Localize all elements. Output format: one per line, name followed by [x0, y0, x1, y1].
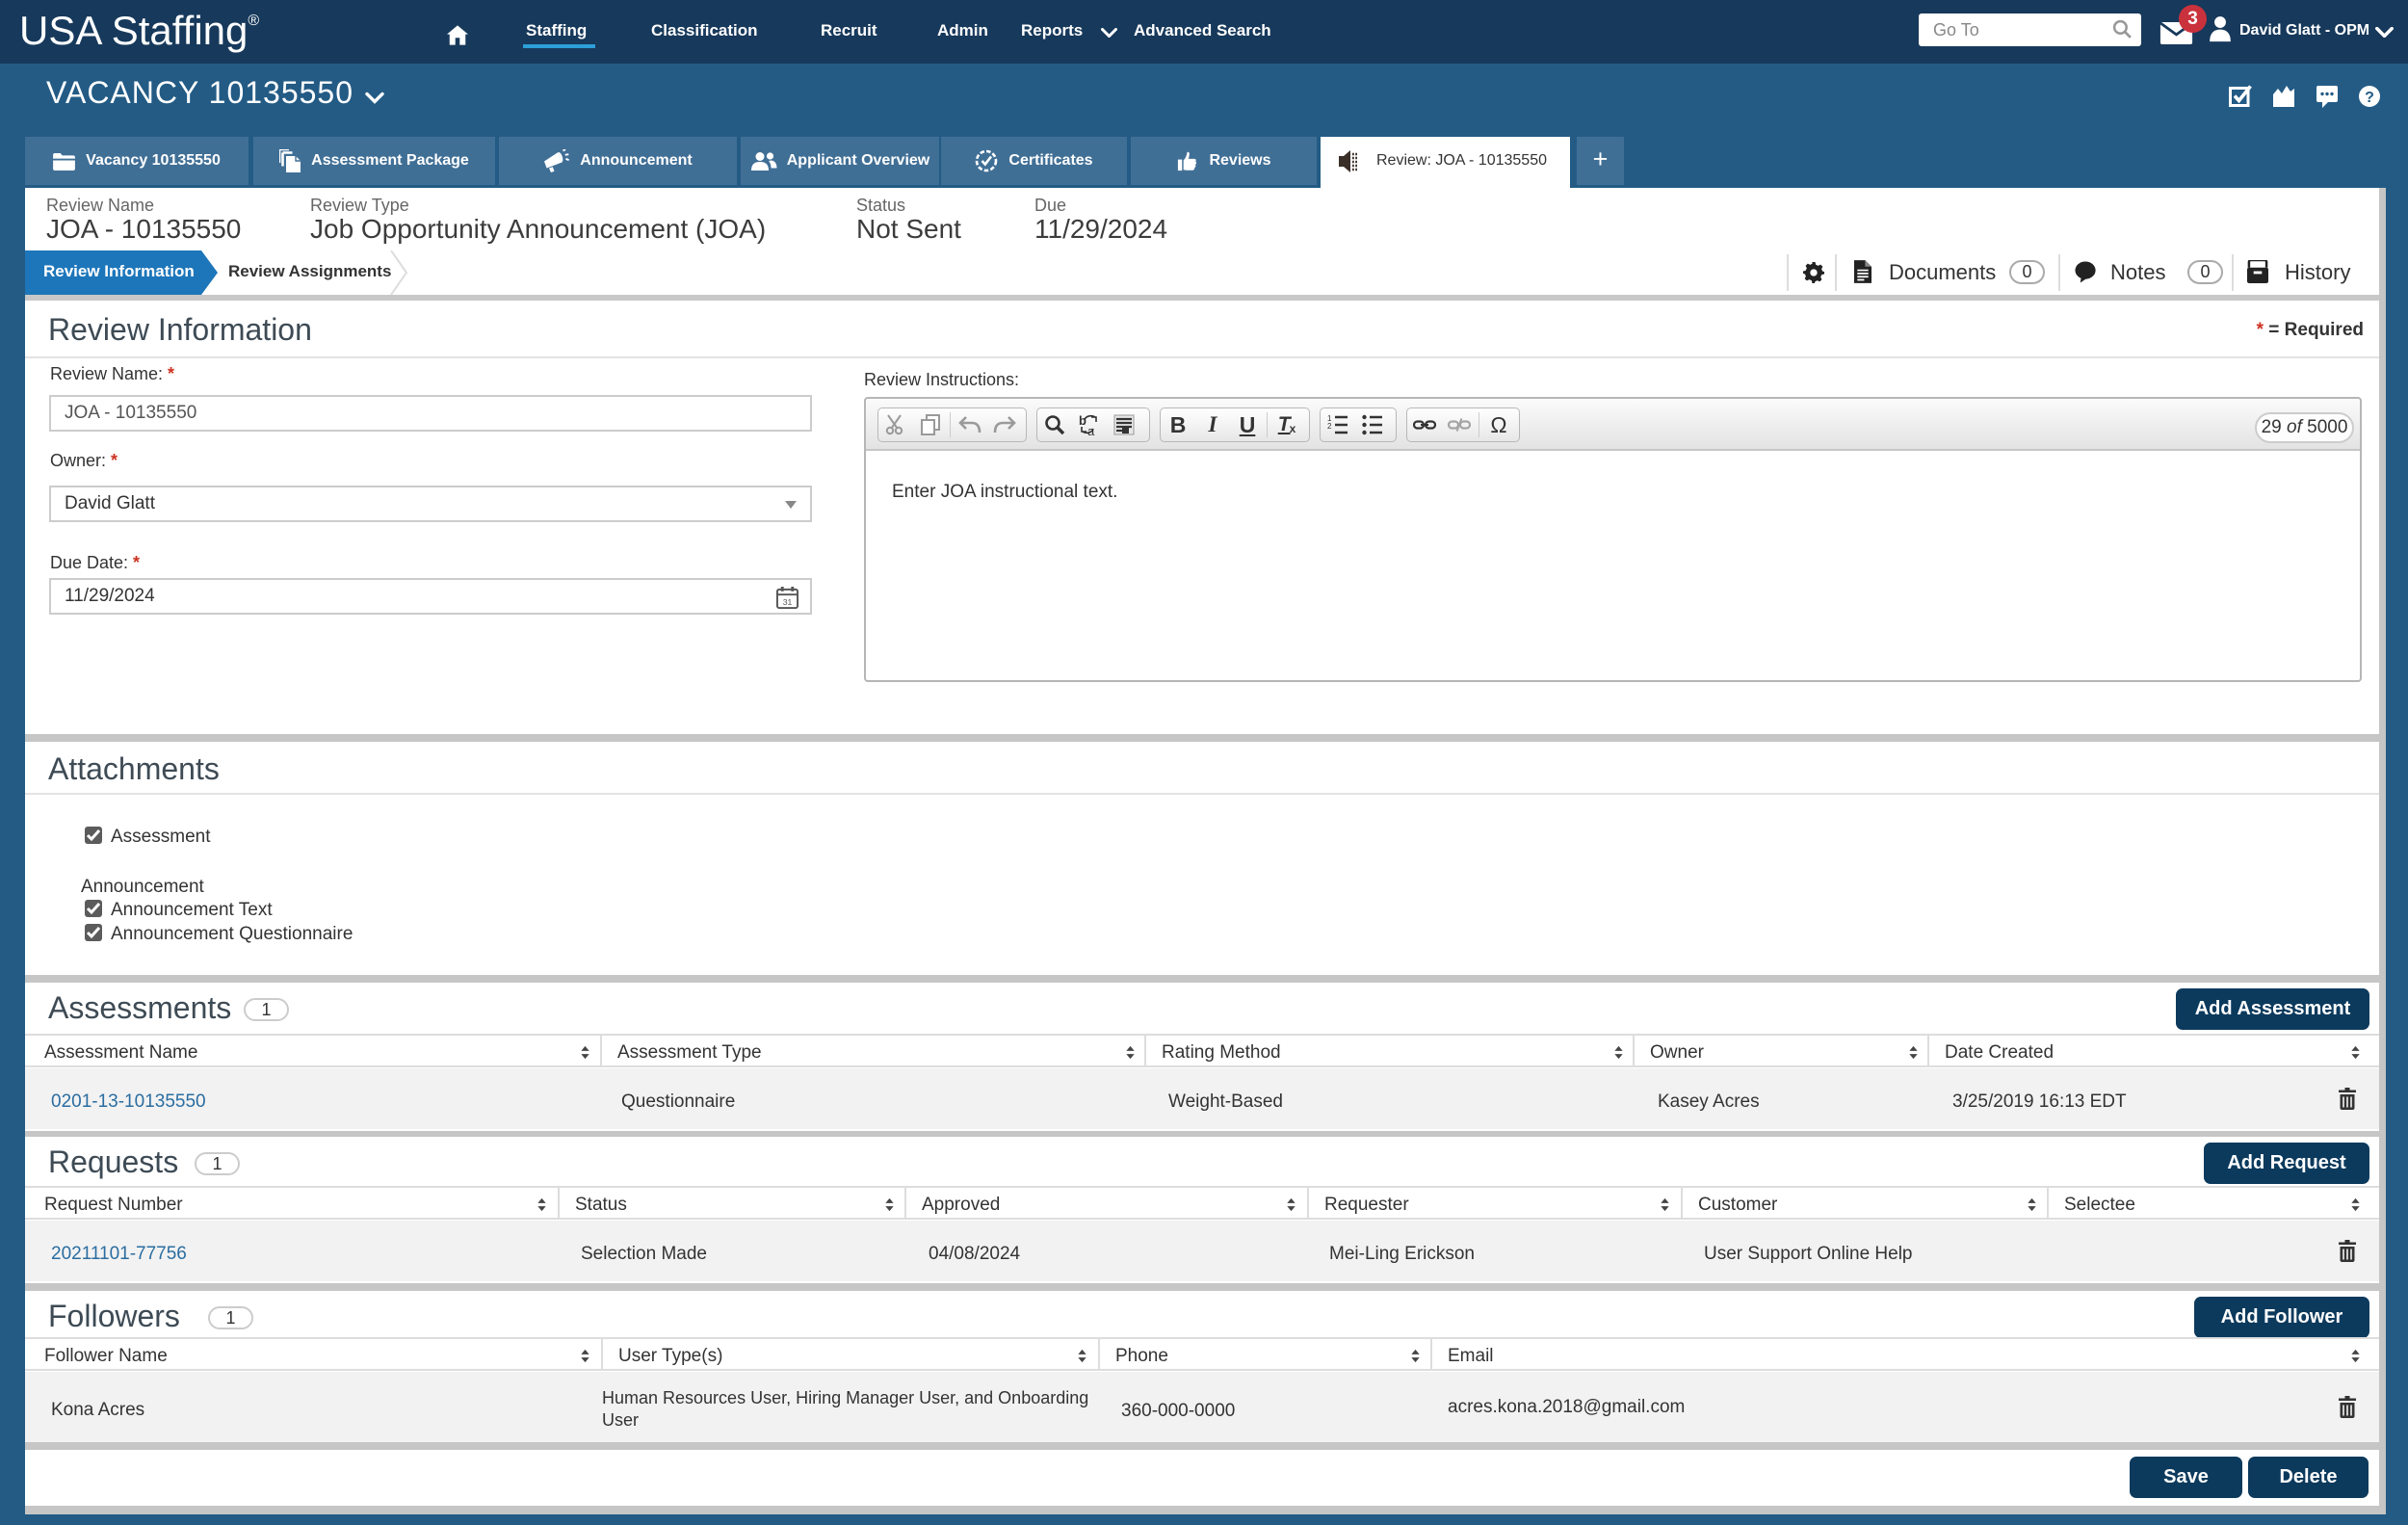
svg-text:2: 2: [1327, 422, 1332, 431]
svg-text:31: 31: [783, 597, 793, 607]
svg-text:?: ?: [2365, 90, 2374, 106]
svg-text:b: b: [1079, 413, 1086, 428]
svg-text:a: a: [1087, 424, 1095, 436]
